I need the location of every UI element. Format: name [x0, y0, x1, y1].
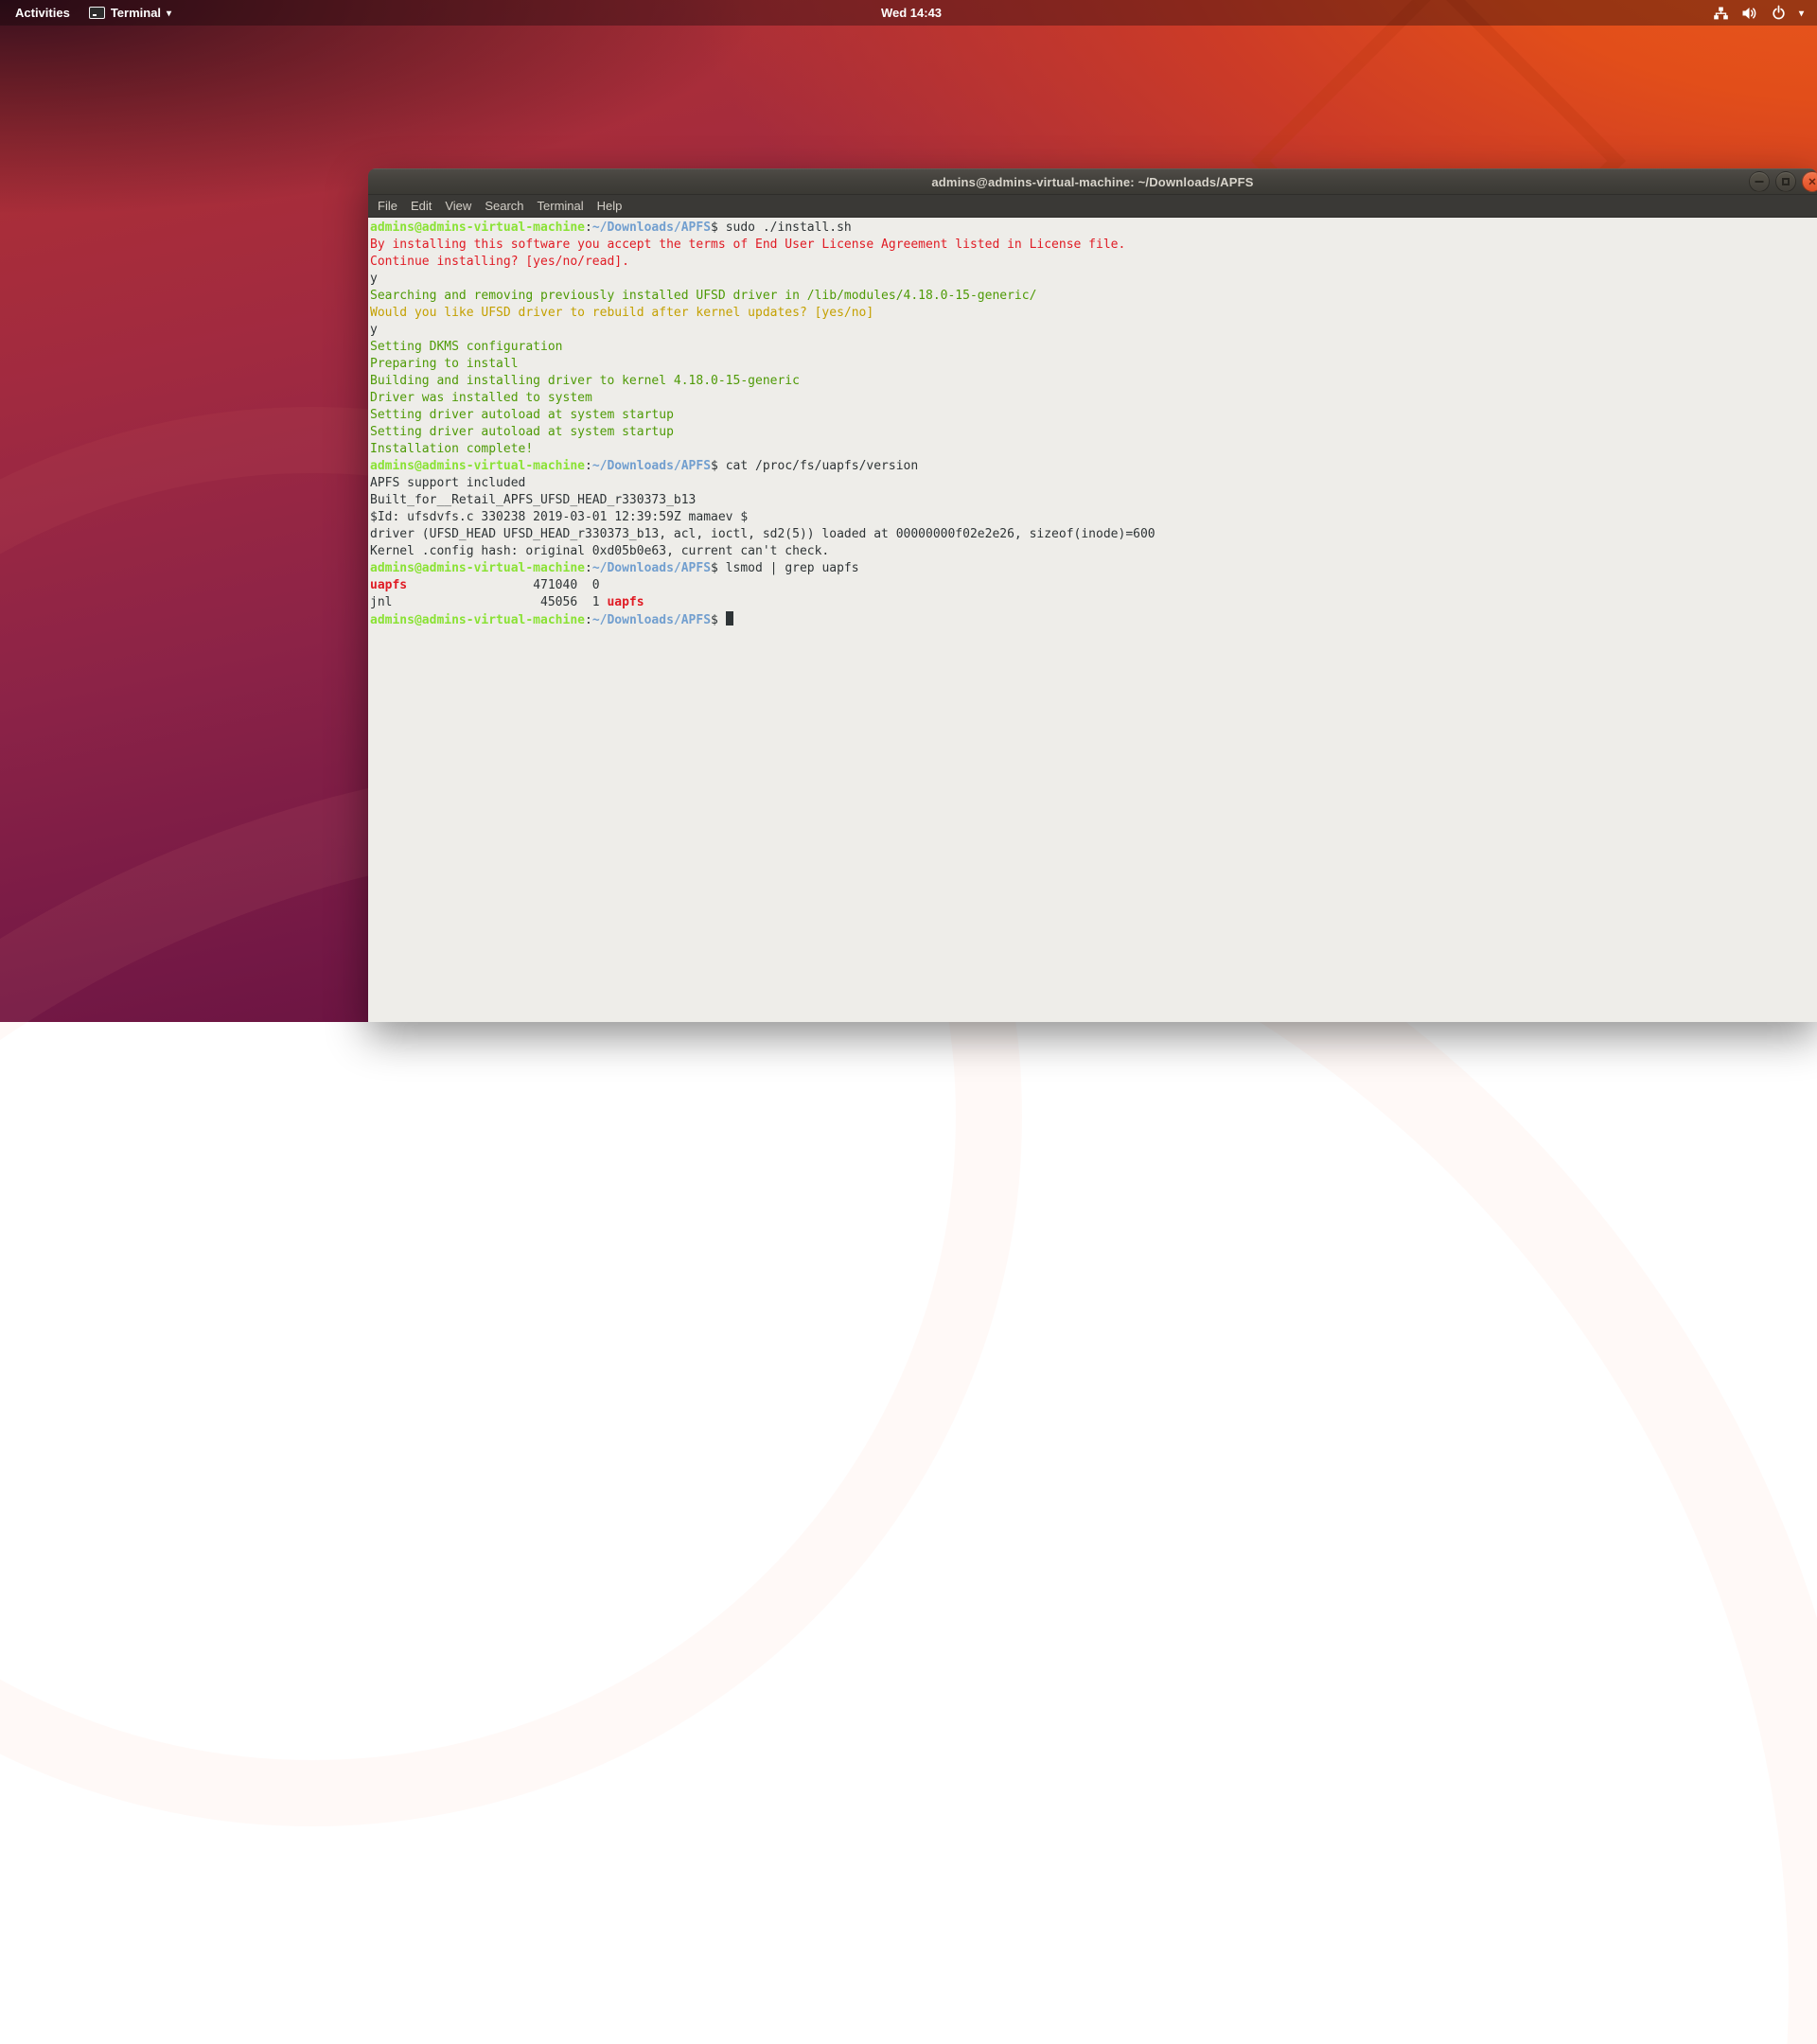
- menu-edit[interactable]: Edit: [404, 195, 438, 217]
- terminal-icon: [89, 7, 105, 19]
- maximize-icon: [1782, 178, 1790, 185]
- top-bar-right: ▾: [1713, 0, 1817, 26]
- text-run: uapfs: [607, 595, 644, 609]
- title-bar[interactable]: admins@admins-virtual-machine: ~/Downloa…: [368, 168, 1817, 195]
- app-menu-label: Terminal: [111, 6, 161, 20]
- text-run: $: [711, 613, 726, 627]
- top-bar-left: Activities Terminal ▾: [0, 0, 181, 26]
- close-button[interactable]: ×: [1802, 171, 1817, 192]
- top-bar-center: Wed 14:43: [866, 0, 951, 26]
- text-run: y: [370, 272, 378, 286]
- terminal-line: y: [370, 271, 1817, 288]
- text-run: Setting DKMS configuration: [370, 340, 563, 354]
- text-run: admins@admins-virtual-machine: [370, 220, 585, 235]
- terminal-line: Installation complete!: [370, 441, 1817, 458]
- text-run: Built_for__Retail_APFS_UFSD_HEAD_r330373…: [370, 493, 696, 507]
- text-run: $ lsmod | grep uapfs: [711, 561, 859, 575]
- terminal-line: admins@admins-virtual-machine:~/Download…: [370, 220, 1817, 237]
- network-icon: [1713, 6, 1729, 21]
- terminal-line: driver (UFSD_HEAD UFSD_HEAD_r330373_b13,…: [370, 526, 1817, 543]
- text-run: admins@admins-virtual-machine: [370, 459, 585, 473]
- power-icon: [1771, 5, 1787, 21]
- menu-bar: File Edit View Search Terminal Help: [368, 195, 1817, 218]
- volume-icon: [1741, 6, 1758, 21]
- clock[interactable]: Wed 14:43: [866, 0, 951, 26]
- cursor: [726, 611, 733, 626]
- window-title: admins@admins-virtual-machine: ~/Downloa…: [931, 175, 1253, 189]
- text-run: 471040 0: [407, 578, 600, 592]
- text-run: Continue installing? [yes/no/read].: [370, 255, 629, 269]
- terminal-line: Preparing to install: [370, 356, 1817, 373]
- system-menu[interactable]: ▾: [1713, 0, 1804, 26]
- chevron-down-icon: ▾: [167, 9, 171, 19]
- text-run: Installation complete!: [370, 442, 533, 456]
- terminal-line: admins@admins-virtual-machine:~/Download…: [370, 458, 1817, 475]
- terminal-line: Setting driver autoload at system startu…: [370, 424, 1817, 441]
- text-run: Searching and removing previously instal…: [370, 289, 1036, 303]
- text-run: Setting driver autoload at system startu…: [370, 425, 674, 439]
- app-menu-terminal[interactable]: Terminal ▾: [79, 0, 181, 26]
- terminal-line: jnl 45056 1 uapfs: [370, 594, 1817, 611]
- text-run: APFS support included: [370, 476, 525, 490]
- menu-search[interactable]: Search: [478, 195, 530, 217]
- activities-button[interactable]: Activities: [0, 0, 79, 26]
- text-run: Preparing to install: [370, 357, 519, 371]
- text-run: :: [585, 613, 592, 627]
- text-run: By installing this software you accept t…: [370, 238, 1125, 252]
- text-run: Kernel .config hash: original 0xd05b0e63…: [370, 544, 829, 558]
- text-run: ~/Downloads/APFS: [592, 613, 711, 627]
- maximize-button[interactable]: [1775, 171, 1796, 192]
- terminal-line: Building and installing driver to kernel…: [370, 373, 1817, 390]
- terminal-line: Searching and removing previously instal…: [370, 288, 1817, 305]
- text-run: $ cat /proc/fs/uapfs/version: [711, 459, 918, 473]
- text-run: admins@admins-virtual-machine: [370, 561, 585, 575]
- menu-terminal[interactable]: Terminal: [531, 195, 591, 217]
- terminal-line: admins@admins-virtual-machine:~/Download…: [370, 560, 1817, 577]
- terminal-line: Kernel .config hash: original 0xd05b0e63…: [370, 543, 1817, 560]
- text-run: :: [585, 220, 592, 235]
- minimize-button[interactable]: [1749, 171, 1770, 192]
- menu-file[interactable]: File: [371, 195, 404, 217]
- text-run: Driver was installed to system: [370, 391, 592, 405]
- terminal-line: uapfs 471040 0: [370, 577, 1817, 594]
- terminal-body[interactable]: admins@admins-virtual-machine:~/Download…: [368, 218, 1817, 1022]
- top-bar: Activities Terminal ▾ Wed 14:43: [0, 0, 1817, 26]
- terminal-line: Driver was installed to system: [370, 390, 1817, 407]
- text-run: :: [585, 459, 592, 473]
- terminal-line: Continue installing? [yes/no/read].: [370, 254, 1817, 271]
- terminal-line: Setting DKMS configuration: [370, 339, 1817, 356]
- text-run: :: [585, 561, 592, 575]
- window-controls: ×: [1749, 171, 1817, 192]
- text-run: y: [370, 323, 378, 337]
- terminal-line: Would you like UFSD driver to rebuild af…: [370, 305, 1817, 322]
- close-icon: ×: [1808, 175, 1816, 188]
- text-run: $Id: ufsdvfs.c 330238 2019-03-01 12:39:5…: [370, 510, 748, 524]
- minimize-icon: [1755, 181, 1764, 183]
- menu-view[interactable]: View: [438, 195, 478, 217]
- text-run: driver (UFSD_HEAD UFSD_HEAD_r330373_b13,…: [370, 527, 1155, 541]
- text-run: Would you like UFSD driver to rebuild af…: [370, 306, 873, 320]
- terminal-line: admins@admins-virtual-machine:~/Download…: [370, 611, 1817, 628]
- terminal-line: Built_for__Retail_APFS_UFSD_HEAD_r330373…: [370, 492, 1817, 509]
- text-run: Setting driver autoload at system startu…: [370, 408, 674, 422]
- menu-help[interactable]: Help: [591, 195, 629, 217]
- terminal-window: admins@admins-virtual-machine: ~/Downloa…: [368, 168, 1817, 1022]
- terminal-line: y: [370, 322, 1817, 339]
- text-run: Building and installing driver to kernel…: [370, 374, 800, 388]
- text-run: jnl 45056 1: [370, 595, 607, 609]
- text-run: admins@admins-virtual-machine: [370, 613, 585, 627]
- text-run: ~/Downloads/APFS: [592, 561, 711, 575]
- text-run: ~/Downloads/APFS: [592, 459, 711, 473]
- text-run: uapfs: [370, 578, 407, 592]
- text-run: ~/Downloads/APFS: [592, 220, 711, 235]
- terminal-line: Setting driver autoload at system startu…: [370, 407, 1817, 424]
- terminal-line: $Id: ufsdvfs.c 330238 2019-03-01 12:39:5…: [370, 509, 1817, 526]
- chevron-down-icon: ▾: [1799, 9, 1804, 19]
- terminal-line: By installing this software you accept t…: [370, 237, 1817, 254]
- terminal-line: APFS support included: [370, 475, 1817, 492]
- text-run: $ sudo ./install.sh: [711, 220, 852, 235]
